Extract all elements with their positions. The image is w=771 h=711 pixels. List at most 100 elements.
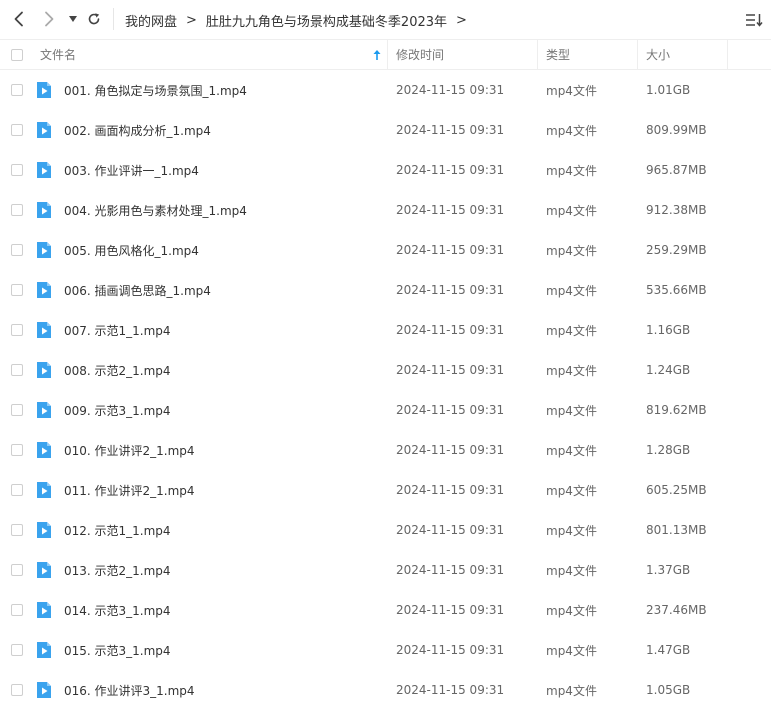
file-name[interactable]: 009. 示范3_1.mp4: [64, 390, 171, 430]
file-name[interactable]: 012. 示范1_1.mp4: [64, 510, 171, 550]
forward-button[interactable]: [38, 8, 60, 30]
column-header-modified[interactable]: 修改时间: [396, 40, 444, 69]
row-checkbox[interactable]: [11, 484, 23, 496]
column-header-size[interactable]: 大小: [646, 40, 670, 69]
row-checkbox[interactable]: [11, 324, 23, 336]
file-row[interactable]: 008. 示范2_1.mp4 2024-11-15 09:31 mp4文件 1.24G…: [0, 350, 771, 390]
video-file-icon: [37, 82, 51, 98]
file-row[interactable]: 001. 角色拟定与场景氛围_1.mp4 2024-11-15 09:31 mp4文…: [0, 70, 771, 110]
row-checkbox[interactable]: [11, 244, 23, 256]
video-file-icon: [37, 122, 51, 138]
row-checkbox[interactable]: [11, 604, 23, 616]
sort-ascending-icon[interactable]: [373, 40, 381, 69]
sort-button[interactable]: [744, 10, 764, 30]
file-size: 1.24GB: [646, 363, 691, 377]
breadcrumb-current-folder[interactable]: 肚肚九九角色与场景构成基础冬季2023年: [206, 11, 447, 30]
file-row[interactable]: 012. 示范1_1.mp4 2024-11-15 09:31 mp4文件 801.1…: [0, 510, 771, 550]
file-modified-time: 2024-11-15 09:31: [396, 363, 505, 377]
file-modified-time: 2024-11-15 09:31: [396, 323, 505, 337]
file-row[interactable]: 006. 插画调色思路_1.mp4 2024-11-15 09:31 mp4文件 53…: [0, 270, 771, 310]
file-name[interactable]: 005. 用色风格化_1.mp4: [64, 230, 199, 270]
breadcrumb-separator: >: [186, 12, 197, 28]
file-size: 801.13MB: [646, 523, 707, 537]
file-row[interactable]: 005. 用色风格化_1.mp4 2024-11-15 09:31 mp4文件 259…: [0, 230, 771, 270]
video-file-icon: [37, 162, 51, 178]
file-modified-time: 2024-11-15 09:31: [396, 523, 505, 537]
file-size: 1.28GB: [646, 443, 691, 457]
column-divider[interactable]: [537, 40, 538, 69]
row-checkbox[interactable]: [11, 444, 23, 456]
row-checkbox[interactable]: [11, 404, 23, 416]
file-name[interactable]: 016. 作业讲评3_1.mp4: [64, 670, 195, 710]
file-name[interactable]: 001. 角色拟定与场景氛围_1.mp4: [64, 70, 247, 110]
row-checkbox[interactable]: [11, 644, 23, 656]
file-size: 1.16GB: [646, 323, 691, 337]
select-all-checkbox[interactable]: [11, 40, 23, 69]
column-divider[interactable]: [387, 40, 388, 69]
file-row[interactable]: 014. 示范3_1.mp4 2024-11-15 09:31 mp4文件 237.4…: [0, 590, 771, 630]
file-size: 912.38MB: [646, 203, 707, 217]
file-name[interactable]: 010. 作业讲评2_1.mp4: [64, 430, 195, 470]
file-row[interactable]: 011. 作业讲评2_1.mp4 2024-11-15 09:31 mp4文件 605…: [0, 470, 771, 510]
file-row[interactable]: 004. 光影用色与素材处理_1.mp4 2024-11-15 09:31 mp4文…: [0, 190, 771, 230]
breadcrumb: 我的网盘 > 肚肚九九角色与场景构成基础冬季2023年 >: [125, 10, 476, 30]
file-name[interactable]: 013. 示范2_1.mp4: [64, 550, 171, 590]
video-file-icon: [37, 402, 51, 418]
row-checkbox[interactable]: [11, 84, 23, 96]
video-file-icon: [37, 682, 51, 698]
breadcrumb-root[interactable]: 我的网盘: [125, 11, 177, 30]
file-row[interactable]: 016. 作业讲评3_1.mp4 2024-11-15 09:31 mp4文件 1.0…: [0, 670, 771, 710]
file-name[interactable]: 014. 示范3_1.mp4: [64, 590, 171, 630]
column-divider[interactable]: [637, 40, 638, 69]
chevron-left-icon: [14, 11, 23, 27]
file-name[interactable]: 006. 插画调色思路_1.mp4: [64, 270, 211, 310]
file-row[interactable]: 015. 示范3_1.mp4 2024-11-15 09:31 mp4文件 1.47G…: [0, 630, 771, 670]
file-modified-time: 2024-11-15 09:31: [396, 243, 505, 257]
file-size: 1.05GB: [646, 683, 691, 697]
video-file-icon: [37, 642, 51, 658]
file-modified-time: 2024-11-15 09:31: [396, 403, 505, 417]
file-name[interactable]: 004. 光影用色与素材处理_1.mp4: [64, 190, 247, 230]
breadcrumb-separator[interactable]: >: [456, 13, 467, 28]
file-name[interactable]: 003. 作业评讲一_1.mp4: [64, 150, 199, 190]
file-row[interactable]: 010. 作业讲评2_1.mp4 2024-11-15 09:31 mp4文件 1.2…: [0, 430, 771, 470]
row-checkbox[interactable]: [11, 684, 23, 696]
file-modified-time: 2024-11-15 09:31: [396, 443, 505, 457]
file-size: 1.01GB: [646, 83, 691, 97]
row-checkbox[interactable]: [11, 524, 23, 536]
toolbar-divider: [113, 8, 114, 30]
file-modified-time: 2024-11-15 09:31: [396, 483, 505, 497]
file-name[interactable]: 011. 作业讲评2_1.mp4: [64, 470, 195, 510]
video-file-icon: [37, 442, 51, 458]
file-row[interactable]: 009. 示范3_1.mp4 2024-11-15 09:31 mp4文件 819.6…: [0, 390, 771, 430]
row-checkbox[interactable]: [11, 364, 23, 376]
file-row[interactable]: 003. 作业评讲一_1.mp4 2024-11-15 09:31 mp4文件 965…: [0, 150, 771, 190]
file-type: mp4文件: [546, 123, 597, 138]
column-divider[interactable]: [727, 40, 728, 69]
row-checkbox[interactable]: [11, 284, 23, 296]
file-row[interactable]: 007. 示范1_1.mp4 2024-11-15 09:31 mp4文件 1.16G…: [0, 310, 771, 350]
row-checkbox[interactable]: [11, 564, 23, 576]
video-file-icon: [37, 602, 51, 618]
video-file-icon: [37, 522, 51, 538]
file-name[interactable]: 008. 示范2_1.mp4: [64, 350, 171, 390]
file-name[interactable]: 007. 示范1_1.mp4: [64, 310, 171, 350]
file-modified-time: 2024-11-15 09:31: [396, 123, 505, 137]
checkbox[interactable]: [11, 48, 23, 61]
file-row[interactable]: 013. 示范2_1.mp4 2024-11-15 09:31 mp4文件 1.37G…: [0, 550, 771, 590]
file-type: mp4文件: [546, 443, 597, 458]
file-type: mp4文件: [546, 523, 597, 538]
file-name[interactable]: 015. 示范3_1.mp4: [64, 630, 171, 670]
back-button[interactable]: [8, 8, 30, 30]
column-header-name[interactable]: 文件名: [40, 40, 76, 69]
row-checkbox[interactable]: [11, 124, 23, 136]
file-size: 965.87MB: [646, 163, 707, 177]
file-name[interactable]: 002. 画面构成分析_1.mp4: [64, 110, 211, 150]
refresh-button[interactable]: [83, 8, 105, 30]
video-file-icon: [37, 242, 51, 258]
column-header-type[interactable]: 类型: [546, 40, 570, 69]
row-checkbox[interactable]: [11, 164, 23, 176]
file-row[interactable]: 002. 画面构成分析_1.mp4 2024-11-15 09:31 mp4文件 80…: [0, 110, 771, 150]
history-dropdown-button[interactable]: [62, 8, 84, 30]
row-checkbox[interactable]: [11, 204, 23, 216]
